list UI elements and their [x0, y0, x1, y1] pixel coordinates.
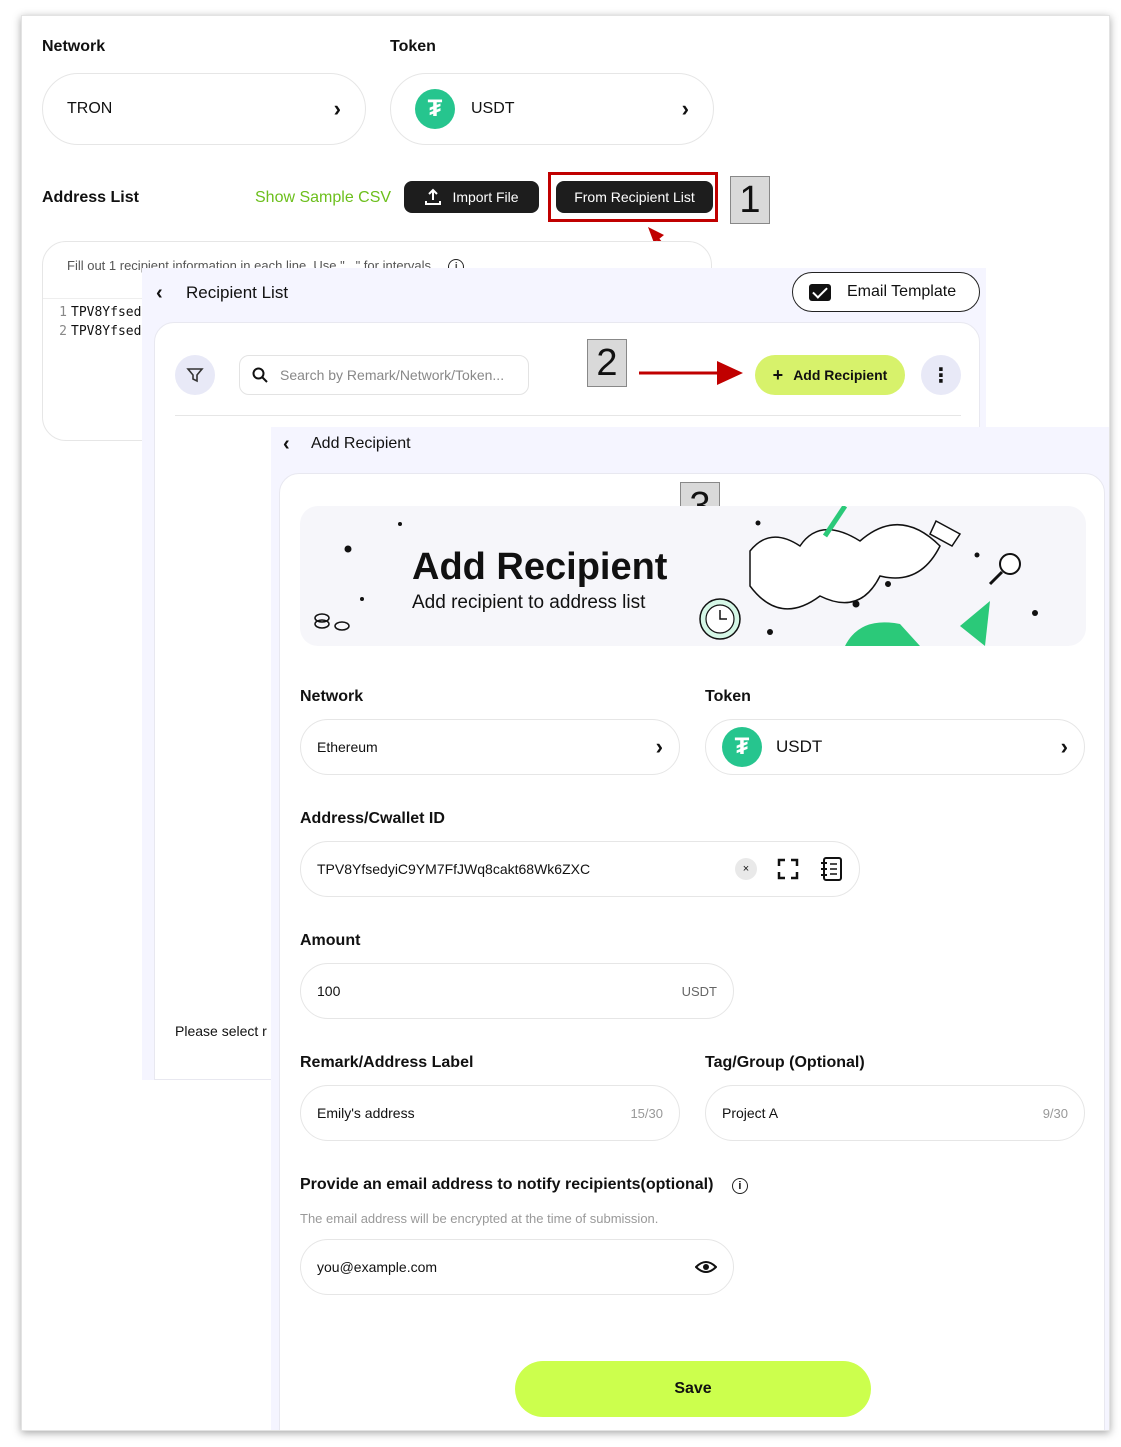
remark-value: Emily's address — [317, 1105, 415, 1121]
amount-label: Amount — [300, 932, 361, 949]
search-input[interactable]: Search by Remark/Network/Token... — [239, 355, 529, 395]
add-recipient-title: Add Recipient — [311, 435, 411, 452]
chevron-right-icon: › — [681, 96, 689, 121]
remark-counter: 15/30 — [630, 1105, 663, 1121]
add-recipient-panel: ‹ Add Recipient 3 Add Recipient Add reci… — [271, 427, 1109, 1430]
clear-icon[interactable]: × — [735, 858, 757, 880]
email-template-button[interactable]: Email Template — [792, 272, 980, 312]
network-value: TRON — [67, 100, 113, 117]
screenshot-frame: Network Token TRON › ₮ USDT › Address Li… — [21, 15, 1110, 1431]
email-note: The email address will be encrypted at t… — [300, 1211, 659, 1226]
email-placeholder: you@example.com — [317, 1259, 438, 1275]
amount-input[interactable]: 100 USDT — [300, 963, 734, 1019]
tether-icon: ₮ — [722, 727, 762, 767]
info-icon[interactable]: i — [731, 1178, 748, 1194]
network-select[interactable]: Ethereum › — [300, 719, 680, 775]
add-recipient-card: 3 Add Recipient Add recipient to address… — [279, 473, 1105, 1430]
address-book-icon[interactable] — [821, 857, 843, 881]
remark-input[interactable]: Emily's address 15/30 — [300, 1085, 680, 1141]
import-file-label: Import File — [452, 189, 519, 205]
add-recipient-button[interactable]: + Add Recipient — [755, 355, 905, 395]
banner: Add Recipient Add recipient to address l… — [300, 506, 1086, 646]
show-sample-csv-link[interactable]: Show Sample CSV — [255, 189, 391, 207]
network-label: Network — [300, 688, 364, 705]
token-label: Token — [390, 38, 436, 55]
address-value: TPV8YfsedyiC9YM7FfJWq8cakt68Wk6ZXC — [317, 861, 591, 877]
tag-counter: 9/30 — [1042, 1105, 1068, 1121]
chevron-right-icon: › — [333, 96, 341, 121]
email-template-label: Email Template — [847, 283, 957, 300]
network-select[interactable]: TRON › — [42, 73, 366, 145]
tag-input[interactable]: Project A 9/30 — [705, 1085, 1085, 1141]
save-button[interactable]: Save — [515, 1361, 871, 1417]
token-select[interactable]: ₮ USDT › — [390, 73, 714, 145]
envelope-icon — [809, 283, 831, 301]
address-list-label: Address List — [42, 189, 139, 206]
more-options-icon[interactable]: ⋮ — [921, 355, 961, 395]
please-select-text: Please select r — [175, 1023, 267, 1039]
tag-value: Project A — [722, 1105, 779, 1121]
banner-illustration-icon — [314, 506, 1038, 646]
address-label: Address/Cwallet ID — [300, 810, 445, 827]
search-icon — [252, 367, 268, 383]
email-input[interactable]: you@example.com — [300, 1239, 734, 1295]
token-select[interactable]: ₮ USDT › — [705, 719, 1085, 775]
tether-icon: ₮ — [415, 89, 455, 129]
highlight-box — [548, 172, 718, 222]
plus-icon: + — [772, 364, 784, 385]
network-label: Network — [42, 38, 106, 55]
step-number-1: 1 — [730, 176, 770, 224]
network-value: Ethereum — [317, 739, 378, 755]
back-icon[interactable]: ‹ — [156, 282, 163, 305]
red-arrow-icon — [639, 361, 743, 385]
recipient-list-title: Recipient List — [186, 283, 289, 302]
remark-label: Remark/Address Label — [300, 1054, 474, 1071]
upload-icon — [425, 188, 442, 205]
token-label: Token — [705, 688, 751, 705]
email-label: Provide an email address to notify recip… — [300, 1176, 748, 1194]
step-number-2: 2 — [587, 339, 627, 387]
token-value: USDT — [776, 737, 823, 756]
import-file-button[interactable]: Import File — [404, 181, 539, 213]
scan-icon[interactable] — [777, 858, 799, 880]
amount-value: 100 — [317, 983, 341, 999]
filter-icon[interactable] — [175, 355, 215, 395]
divider — [175, 415, 961, 416]
add-recipient-label: Add Recipient — [793, 367, 888, 383]
amount-unit: USDT — [681, 983, 717, 999]
address-input[interactable]: TPV8YfsedyiC9YM7FfJWq8cakt68Wk6ZXC × — [300, 841, 860, 897]
tag-label: Tag/Group (Optional) — [705, 1054, 865, 1071]
token-value: USDT — [471, 100, 515, 117]
eye-icon[interactable] — [695, 1259, 717, 1275]
chevron-right-icon: › — [1060, 734, 1068, 759]
chevron-right-icon: › — [655, 734, 663, 759]
back-icon[interactable]: ‹ — [283, 433, 290, 456]
search-placeholder: Search by Remark/Network/Token... — [280, 367, 505, 383]
